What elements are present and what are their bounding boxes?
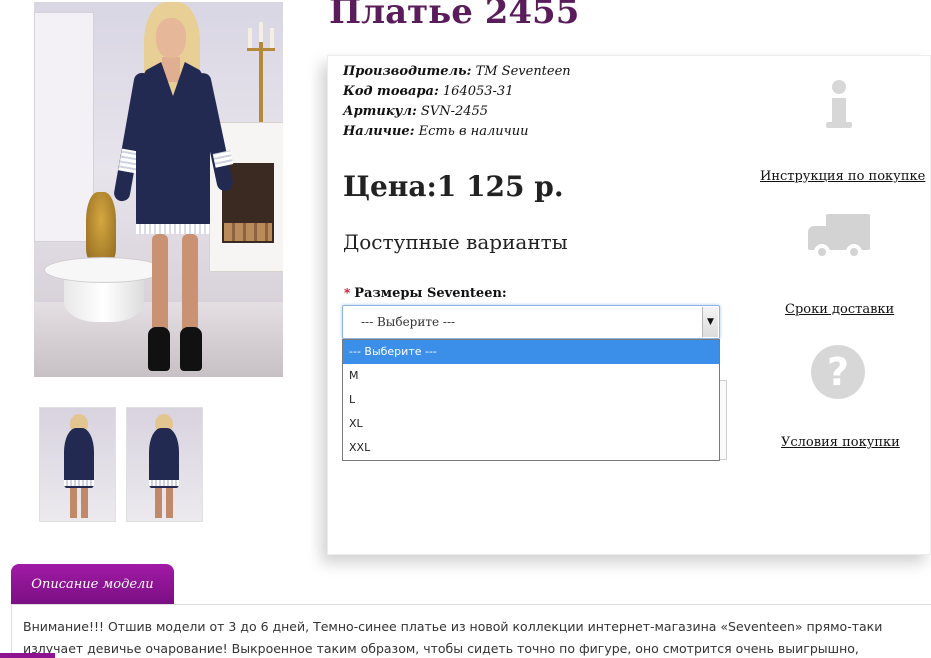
model-figure bbox=[112, 2, 235, 377]
manufacturer-value: ТМ Seventeen bbox=[475, 64, 571, 79]
manufacturer-row: Производитель: ТМ Seventeen bbox=[343, 62, 571, 82]
description-text: Внимание!!! Отшив модели от 3 до 6 дней,… bbox=[23, 619, 883, 656]
thumbnail-side[interactable] bbox=[126, 407, 203, 522]
product-price: Цена:1 125 р. bbox=[343, 170, 564, 203]
tab-description[interactable]: Описание модели bbox=[11, 564, 174, 605]
chevron-down-icon[interactable]: ▼ bbox=[702, 307, 718, 337]
product-meta: Производитель: ТМ Seventeen Код товара: … bbox=[343, 62, 571, 142]
sku-value: SVN-2455 bbox=[420, 104, 489, 119]
code-row: Код товара: 164053-31 bbox=[343, 82, 571, 102]
manufacturer-label: Производитель: bbox=[343, 64, 472, 79]
availability-value: Есть в наличии bbox=[418, 124, 529, 139]
size-dropdown-list: --- Выберите --- M L XL XXL bbox=[342, 339, 720, 461]
size-option-l[interactable]: L bbox=[343, 388, 719, 412]
description-panel: Внимание!!! Отшив модели от 3 до 6 дней,… bbox=[11, 605, 931, 658]
wall-panel bbox=[34, 12, 94, 242]
size-select-value: --- Выберите --- bbox=[361, 315, 456, 329]
sku-row: Артикул: SVN-2455 bbox=[343, 102, 571, 122]
conditions-link[interactable]: Условия покупки bbox=[781, 435, 900, 450]
size-label-text: Размеры Seventeen: bbox=[354, 286, 507, 301]
code-label: Код товара: bbox=[343, 84, 439, 99]
main-product-photo[interactable] bbox=[34, 2, 283, 377]
size-label: * Размеры Seventeen: bbox=[344, 286, 507, 301]
size-option-xxl[interactable]: XXL bbox=[343, 436, 719, 460]
availability-label: Наличие: bbox=[343, 124, 415, 139]
variants-title: Доступные варианты bbox=[343, 230, 568, 254]
delivery-link[interactable]: Сроки доставки bbox=[785, 302, 894, 317]
info-icon[interactable] bbox=[826, 80, 852, 130]
price-label: Цена: bbox=[343, 170, 437, 203]
instruction-link[interactable]: Инструкция по покупке bbox=[760, 169, 925, 184]
gold-statue-decor bbox=[86, 192, 116, 262]
size-select[interactable]: --- Выберите --- ▼ bbox=[342, 305, 720, 339]
scroll-edge-indicator bbox=[0, 653, 55, 658]
size-option-m[interactable]: M bbox=[343, 364, 719, 388]
question-icon[interactable]: ? bbox=[811, 345, 865, 399]
price-value: 1 125 р. bbox=[436, 170, 564, 203]
size-option-placeholder[interactable]: --- Выберите --- bbox=[343, 340, 719, 364]
code-value: 164053-31 bbox=[442, 84, 514, 99]
size-option-xl[interactable]: XL bbox=[343, 412, 719, 436]
required-mark: * bbox=[344, 286, 351, 300]
sku-label: Артикул: bbox=[343, 104, 417, 119]
availability-row: Наличие: Есть в наличии bbox=[343, 122, 571, 142]
truck-icon[interactable] bbox=[808, 214, 870, 266]
candelabra-decor bbox=[244, 22, 278, 132]
product-title: Платье 2455 bbox=[329, 0, 580, 32]
thumbnail-front[interactable] bbox=[39, 407, 116, 522]
